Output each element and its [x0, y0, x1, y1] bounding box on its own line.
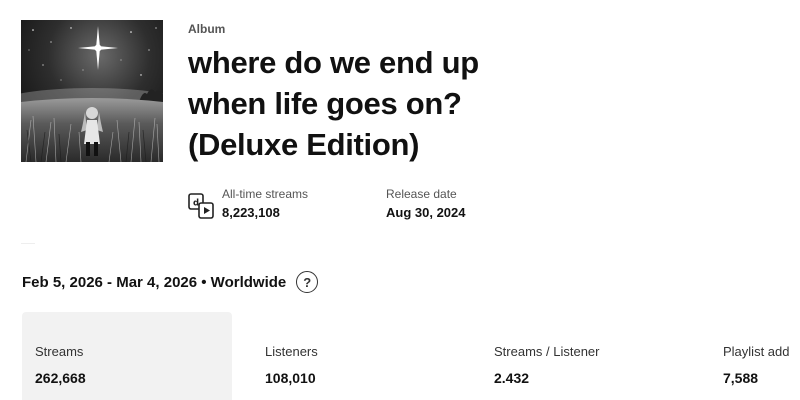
- stat-value: 7,588: [723, 370, 759, 386]
- stat-value: 108,010: [265, 370, 316, 386]
- date-range-text[interactable]: Feb 5, 2026 - Mar 4, 2026 • Worldwide: [22, 274, 286, 291]
- album-title-line: where do we end up: [188, 45, 479, 80]
- divider: [21, 243, 35, 244]
- album-title-line: (Deluxe Edition): [188, 127, 420, 162]
- alltime-streams-value: 8,223,108: [222, 205, 280, 220]
- svg-text:d: d: [193, 199, 199, 209]
- album-title-line: when life goes on?: [188, 86, 462, 121]
- stat-label: Streams: [35, 344, 84, 359]
- help-icon[interactable]: ?: [296, 271, 319, 293]
- stat-label: Playlist add: [723, 344, 790, 359]
- date-range-filter[interactable]: Feb 5, 2026 - Mar 4, 2026 • Worldwide ?: [22, 271, 319, 293]
- album-type-label: Album: [188, 22, 226, 36]
- release-date-value: Aug 30, 2024: [386, 205, 466, 220]
- stat-label: Streams / Listener: [494, 344, 600, 359]
- album-cover-image: [21, 20, 163, 162]
- release-date-label: Release date: [386, 187, 457, 201]
- stat-card-streams[interactable]: Streams 262,668: [22, 312, 232, 400]
- stat-card-playlist-adds[interactable]: Playlist add 7,588: [710, 312, 800, 400]
- stat-label: Listeners: [265, 344, 318, 359]
- stat-card-streams-per-listener[interactable]: Streams / Listener 2.432: [481, 312, 691, 400]
- album-title: where do we end up when life goes on? (D…: [188, 42, 608, 165]
- stat-value: 262,668: [35, 370, 86, 386]
- alltime-streams-label: All-time streams: [222, 187, 309, 201]
- stat-value: 2.432: [494, 370, 530, 386]
- stat-card-listeners[interactable]: Listeners 108,010: [252, 312, 462, 400]
- streams-icon: d: [188, 193, 216, 219]
